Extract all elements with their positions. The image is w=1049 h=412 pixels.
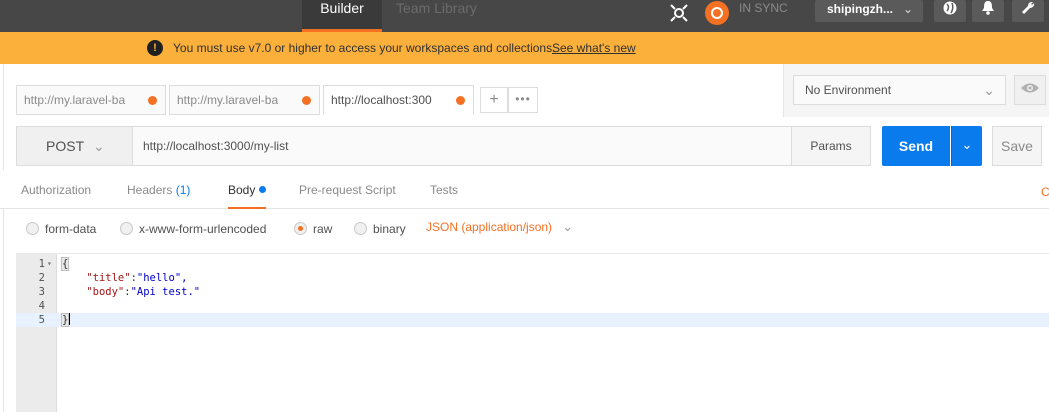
fold-arrow-icon[interactable]: ▾ <box>47 257 52 271</box>
json-key: "title" <box>86 272 131 284</box>
tab-team-library[interactable]: Team Library <box>396 0 477 32</box>
sync-status-icon[interactable] <box>704 0 730 26</box>
code-text: { <box>61 257 70 271</box>
line-number: 1 <box>38 258 45 270</box>
environment-select-value: No Environment <box>805 83 892 97</box>
radio-raw-label: raw <box>313 222 333 236</box>
globe-icon <box>943 1 957 15</box>
radio-raw[interactable]: raw <box>294 219 332 239</box>
radio-form-data[interactable]: form-data <box>26 219 96 239</box>
body-indicator-dot-icon <box>259 186 267 193</box>
warning-icon: ! <box>147 40 163 56</box>
method-select[interactable]: POST ⌄ <box>16 126 133 166</box>
radio-circle-icon <box>354 222 367 235</box>
json-key: "body" <box>86 286 125 298</box>
params-button[interactable]: Params <box>791 126 871 166</box>
content-type-select[interactable]: JSON (application/json) ⌄ <box>426 219 573 235</box>
line-number: 2 <box>38 272 45 284</box>
radio-binary[interactable]: binary <box>354 219 406 239</box>
chevron-down-icon: ⌄ <box>961 137 973 152</box>
text-cursor <box>69 313 71 325</box>
whats-new-link[interactable]: See what's new <box>552 41 636 55</box>
environment-quick-look-button[interactable] <box>1014 75 1046 105</box>
request-tab-active[interactable]: http://localhost:300 <box>323 85 474 115</box>
json-value: "Api test." <box>130 286 201 298</box>
sync-status-label: IN SYNC <box>739 1 788 15</box>
chevron-down-icon: ⌄ <box>562 219 573 234</box>
content-type-value: JSON (application/json) <box>426 220 553 234</box>
unsaved-dot-icon <box>148 96 157 105</box>
radio-urlencoded-label: x-www-form-urlencoded <box>139 222 267 236</box>
interceptor-icon[interactable] <box>667 0 691 26</box>
body-code-editor[interactable]: 1 ▾ { 2 "title":"hello", 3 "body":"Api t… <box>16 253 1049 412</box>
tab-builder-label: Builder <box>320 0 364 16</box>
chevron-down-icon: ⌄ <box>902 2 913 16</box>
chevron-down-icon: ⌄ <box>93 138 105 154</box>
tools-button[interactable] <box>1012 0 1044 22</box>
line-number: 3 <box>38 286 45 298</box>
request-tab[interactable]: http://my.laravel-ba <box>16 85 166 115</box>
notifications-button[interactable] <box>972 0 1004 22</box>
cookies-link[interactable]: C <box>1041 185 1049 199</box>
tab-body-label: Body <box>228 183 256 197</box>
request-tab-label: http://my.laravel-ba <box>177 93 279 107</box>
request-subtabs: Authorization Headers (1) Body Pre-reque… <box>0 170 1049 209</box>
save-button[interactable]: Save <box>992 126 1042 166</box>
banner-message: You must use v7.0 or higher to access yo… <box>173 41 556 55</box>
version-warning-banner: ! You must use v7.0 or higher to access … <box>0 32 1049 64</box>
add-tab-button[interactable]: + <box>480 87 508 113</box>
unsaved-dot-icon <box>456 96 465 105</box>
line-number: 4 <box>38 300 45 312</box>
chevron-down-icon: ⌄ <box>983 82 995 98</box>
editor-line-active: 5 } <box>16 313 1049 327</box>
tab-tests[interactable]: Tests <box>430 170 458 208</box>
line-number: 5 <box>38 314 45 326</box>
tab-headers[interactable]: Headers (1) <box>127 170 190 208</box>
bell-icon <box>982 1 994 15</box>
request-tab-label: http://my.laravel-ba <box>24 93 126 107</box>
tab-authorization[interactable]: Authorization <box>21 170 91 208</box>
tab-headers-label: Headers <box>127 183 173 197</box>
json-value: "hello", <box>136 272 188 284</box>
radio-circle-icon <box>120 222 133 235</box>
more-tabs-button[interactable]: ••• <box>508 87 538 113</box>
settings-button[interactable] <box>934 0 966 22</box>
request-tab[interactable]: http://my.laravel-ba <box>169 85 320 115</box>
tab-pre-request-script[interactable]: Pre-request Script <box>299 170 396 208</box>
headers-count-badge: (1) <box>175 183 191 197</box>
radio-binary-label: binary <box>373 222 406 236</box>
tab-builder[interactable]: Builder <box>302 0 382 32</box>
editor-line: 2 "title":"hello", <box>16 271 1049 285</box>
top-navigation-bar: Builder Team Library IN SYNC shipingzh..… <box>0 0 1049 32</box>
radio-circle-checked-icon <box>294 222 307 235</box>
send-options-button[interactable]: ⌄ <box>951 126 982 166</box>
wrench-icon <box>1022 1 1035 14</box>
editor-line: 3 "body":"Api test." <box>16 285 1049 299</box>
user-menu-button[interactable]: shipingzh... ⌄ <box>815 0 923 22</box>
request-tab-label: http://localhost:300 <box>331 93 432 107</box>
radio-form-data-label: form-data <box>45 222 97 236</box>
unsaved-dot-icon <box>302 96 311 105</box>
url-input[interactable]: http://localhost:3000/my-list <box>132 126 792 166</box>
method-select-value: POST <box>46 138 85 154</box>
radio-circle-icon <box>26 222 39 235</box>
editor-line: 4 <box>16 299 1049 313</box>
send-button[interactable]: Send <box>882 126 950 166</box>
tab-body[interactable]: Body <box>228 170 267 209</box>
eye-icon <box>1021 83 1039 93</box>
user-name: shipingzh... <box>827 2 893 16</box>
environment-select[interactable]: No Environment ⌄ <box>793 75 1006 105</box>
editor-line: 1 ▾ { <box>16 257 1049 271</box>
code-text: } <box>61 313 70 327</box>
radio-urlencoded[interactable]: x-www-form-urlencoded <box>120 219 266 239</box>
